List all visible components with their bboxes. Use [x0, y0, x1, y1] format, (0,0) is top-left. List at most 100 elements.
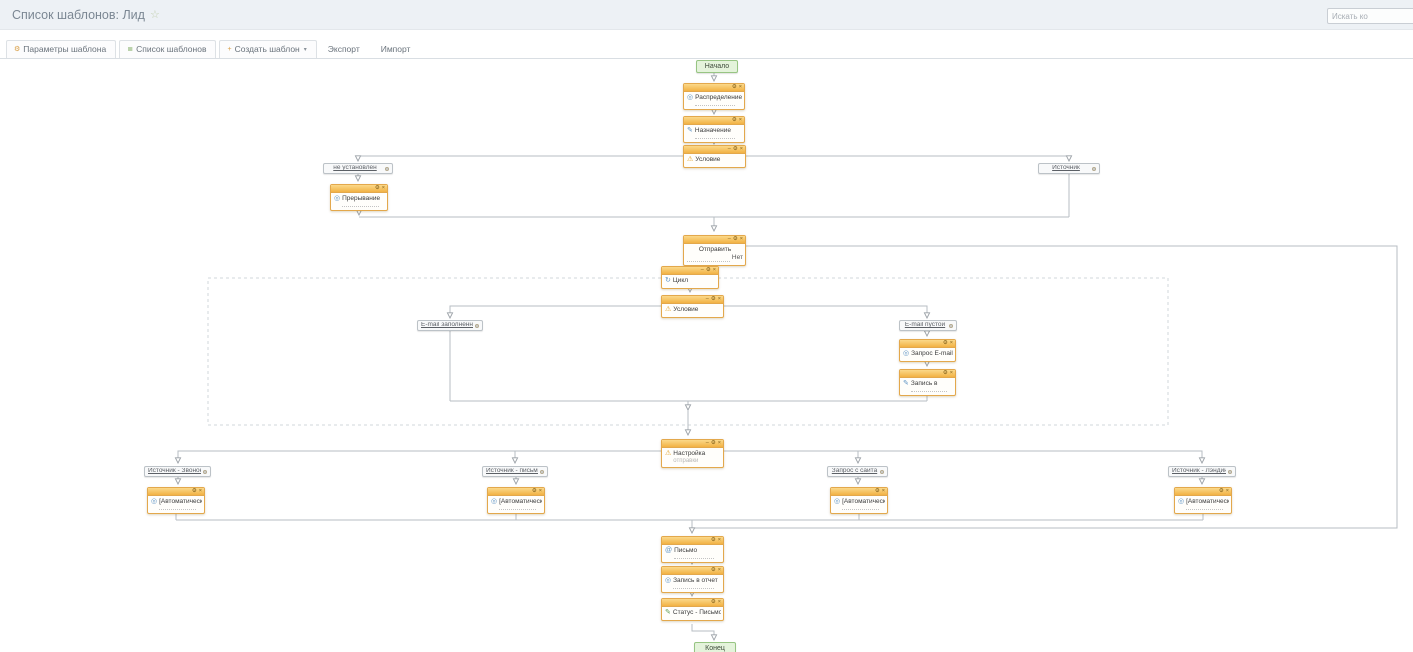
branch-label-site-request[interactable]: Запрос с сайта [827, 466, 888, 477]
close-icon[interactable]: × [539, 489, 542, 495]
node-subtitle-dots [1186, 506, 1222, 510]
info-icon: ◎ [665, 577, 671, 585]
close-icon[interactable]: × [718, 538, 721, 544]
node-body: ⚠ Настройкаотправки [662, 448, 723, 467]
gear-icon[interactable]: ⚙ [711, 538, 716, 544]
node-body: ✎ Запись в [900, 378, 955, 395]
gear-icon[interactable]: ⚙ [532, 489, 537, 495]
node-body: ✎ Назначение [684, 125, 744, 142]
close-icon[interactable]: × [739, 85, 742, 91]
branch-label-email-empty[interactable]: E-mail пустой [899, 320, 957, 331]
close-icon[interactable]: × [382, 186, 385, 192]
flow-node-status[interactable]: ⚙ × ✎ Статус - Письмо [661, 598, 724, 621]
close-icon[interactable]: × [740, 147, 743, 153]
flow-node-distribution[interactable]: ⚙ × ◎ Распределение [683, 83, 745, 110]
close-icon[interactable]: × [740, 237, 743, 243]
flow-node-report[interactable]: ⚙ × ◎ Запись в отчет [661, 566, 724, 593]
close-icon[interactable]: × [1226, 489, 1229, 495]
flow-node-condition-1[interactable]: – ⚙ × ⚠ Условие [683, 145, 746, 168]
minimize-icon[interactable]: – [701, 268, 704, 274]
branch-dot-icon[interactable] [203, 470, 207, 474]
gear-icon[interactable]: ⚙ [1219, 489, 1224, 495]
minimize-icon[interactable]: – [728, 237, 731, 243]
minimize-icon[interactable]: – [706, 297, 709, 303]
gear-icon[interactable]: ⚙ [733, 237, 738, 243]
branch-label-source-call[interactable]: Источник - Звонок [144, 466, 211, 477]
gear-icon[interactable]: ⚙ [943, 371, 948, 377]
node-body: @ Письмо [662, 545, 723, 562]
gear-icon[interactable]: ⚙ [943, 341, 948, 347]
flow-node-letter[interactable]: ⚙ × @ Письмо [661, 536, 724, 563]
branch-dot-icon[interactable] [475, 324, 479, 328]
flowchart-canvas[interactable]: Начало ⚙ × ◎ Распределение ⚙ × ✎ Назначе… [0, 59, 1413, 652]
search-input[interactable] [1327, 8, 1413, 24]
node-subtitle-dots [695, 102, 735, 106]
import-button[interactable]: Импорт [373, 40, 421, 58]
gear-icon[interactable]: ⚙ [875, 489, 880, 495]
node-subtitle-dots [674, 555, 714, 559]
branch-label-source-letter[interactable]: Источник - письмо [482, 466, 548, 477]
minimize-icon[interactable]: – [728, 147, 731, 153]
close-icon[interactable]: × [882, 489, 885, 495]
close-icon[interactable]: × [199, 489, 202, 495]
branch-dot-icon[interactable] [1228, 470, 1232, 474]
pencil-icon: ✎ [665, 609, 671, 617]
close-icon[interactable]: × [718, 568, 721, 574]
close-icon[interactable]: × [713, 268, 716, 274]
flow-node-start[interactable]: Начало [696, 60, 738, 73]
branch-dot-icon[interactable] [540, 470, 544, 474]
close-icon[interactable]: × [718, 441, 721, 447]
gear-icon[interactable]: ⚙ [711, 297, 716, 303]
flow-node-interruption[interactable]: ⚙ × ◎ Прерывание [330, 184, 388, 211]
gear-icon[interactable]: ⚙ [192, 489, 197, 495]
branch-dot-icon[interactable] [385, 167, 389, 171]
close-icon[interactable]: × [739, 118, 742, 124]
export-button[interactable]: Экспорт [320, 40, 370, 58]
branch-label-source[interactable]: Источник [1038, 163, 1100, 174]
branch-label-not-set[interactable]: не установлен [323, 163, 393, 174]
gear-icon[interactable]: ⚙ [711, 600, 716, 606]
branch-dot-icon[interactable] [949, 324, 953, 328]
gear-icon[interactable]: ⚙ [375, 186, 380, 192]
flow-node-record[interactable]: ⚙ × ✎ Запись в [899, 369, 956, 396]
node-body: ⚠ Условие [662, 304, 723, 317]
branch-dot-icon[interactable] [1092, 167, 1096, 171]
branch-label-source-landing[interactable]: Источник - Лэндинг [1168, 466, 1236, 477]
close-icon[interactable]: × [950, 341, 953, 347]
create-template-button[interactable]: + Создать шаблон ▾ [219, 40, 316, 58]
flow-node-auto-2[interactable]: ⚙ × ◎ [Автоматическая [487, 487, 545, 514]
node-titlebar: – ⚙ × [684, 146, 745, 154]
template-list-button[interactable]: ≣ Список шаблонов [119, 40, 216, 58]
flow-node-send-settings[interactable]: – ⚙ × ⚠ Настройкаотправки [661, 439, 724, 468]
close-icon[interactable]: × [718, 297, 721, 303]
flow-node-end[interactable]: Конец [694, 642, 736, 652]
favorite-star-icon[interactable]: ☆ [150, 8, 160, 21]
gear-icon[interactable]: ⚙ [733, 147, 738, 153]
gear-icon[interactable]: ⚙ [711, 441, 716, 447]
gear-icon[interactable]: ⚙ [706, 268, 711, 274]
gear-icon[interactable]: ⚙ [732, 118, 737, 124]
branch-label-email-filled[interactable]: E-mail заполненный [417, 320, 483, 331]
branch-dot-icon[interactable] [880, 470, 884, 474]
close-icon[interactable]: × [950, 371, 953, 377]
template-params-button[interactable]: ⚙ Параметры шаблона [6, 40, 116, 58]
node-title: [Автоматическое [842, 498, 885, 506]
flow-node-auto-3[interactable]: ⚙ × ◎ [Автоматическое [830, 487, 888, 514]
flow-node-assignment[interactable]: ⚙ × ✎ Назначение [683, 116, 745, 143]
close-icon[interactable]: × [718, 600, 721, 606]
port-label-no[interactable]: Нет [732, 254, 743, 262]
flow-node-loop[interactable]: – ⚙ × ↻ Цикл [661, 266, 719, 289]
flow-node-auto-4[interactable]: ⚙ × ◎ [Автоматическое за [1174, 487, 1232, 514]
gear-icon[interactable]: ⚙ [711, 568, 716, 574]
node-body: ◎ Распределение [684, 92, 744, 109]
flow-node-condition-2[interactable]: – ⚙ × ⚠ Условие [661, 295, 724, 318]
node-title: Распределение [695, 94, 742, 102]
app-header: Список шаблонов: Лид ☆ [0, 0, 1413, 30]
gear-icon[interactable]: ⚙ [732, 85, 737, 91]
minimize-icon[interactable]: – [706, 441, 709, 447]
page-title: Список шаблонов: Лид [12, 8, 145, 22]
flow-node-request-email[interactable]: ⚙ × ◎ Запрос E-mail [899, 339, 956, 362]
flow-node-auto-1[interactable]: ⚙ × ◎ [Автоматическая [147, 487, 205, 514]
flow-node-send[interactable]: – ⚙ × Отправить Нет [683, 235, 746, 266]
branch-label-text: Источник [1042, 165, 1090, 172]
